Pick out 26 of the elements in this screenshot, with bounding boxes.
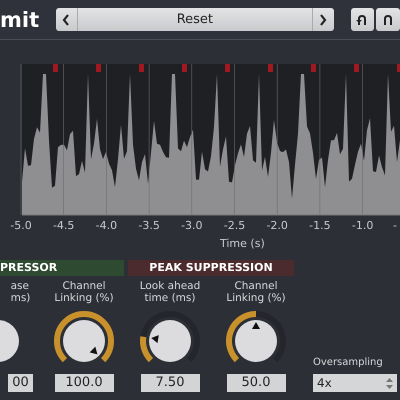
- value-field[interactable]: 100.0: [54, 374, 114, 392]
- preset-selector[interactable]: Reset: [56, 8, 334, 31]
- axis-tick-label: -2.5: [224, 218, 246, 234]
- value-field[interactable]: 00: [8, 374, 33, 392]
- oversampling-label: Oversampling: [313, 356, 384, 370]
- control-label: ase ms): [10, 280, 30, 306]
- oversampling-select[interactable]: 4x: [313, 374, 397, 392]
- app-title: mit: [0, 6, 40, 34]
- section-header: PEAK SUPPRESSION: [128, 260, 294, 276]
- control-label: Look ahead time (ms): [140, 280, 200, 306]
- control-label: Channel Linking (%): [226, 280, 286, 306]
- axis-tick-label: -: [393, 218, 397, 234]
- value-field[interactable]: 7.50: [140, 374, 200, 392]
- control-label: Channel Linking (%): [54, 280, 114, 306]
- axis-tick-label: -2.0: [266, 218, 288, 234]
- axis-tick-label: -4.5: [52, 218, 74, 234]
- value-field[interactable]: 50.0: [226, 374, 286, 392]
- axis-tick-label: -1.5: [309, 218, 331, 234]
- section-header: PRESSOR: [0, 260, 124, 276]
- axis-tick-label: -4.0: [96, 218, 118, 234]
- axis-tick-label: -3.5: [138, 218, 160, 234]
- axis-tick-label: -5.0: [10, 218, 32, 234]
- preset-name: Reset: [176, 10, 214, 29]
- axis-title: Time (s): [220, 237, 265, 250]
- axis-tick-label: -1.0: [352, 218, 374, 234]
- axis-tick-label: -3.0: [181, 218, 203, 234]
